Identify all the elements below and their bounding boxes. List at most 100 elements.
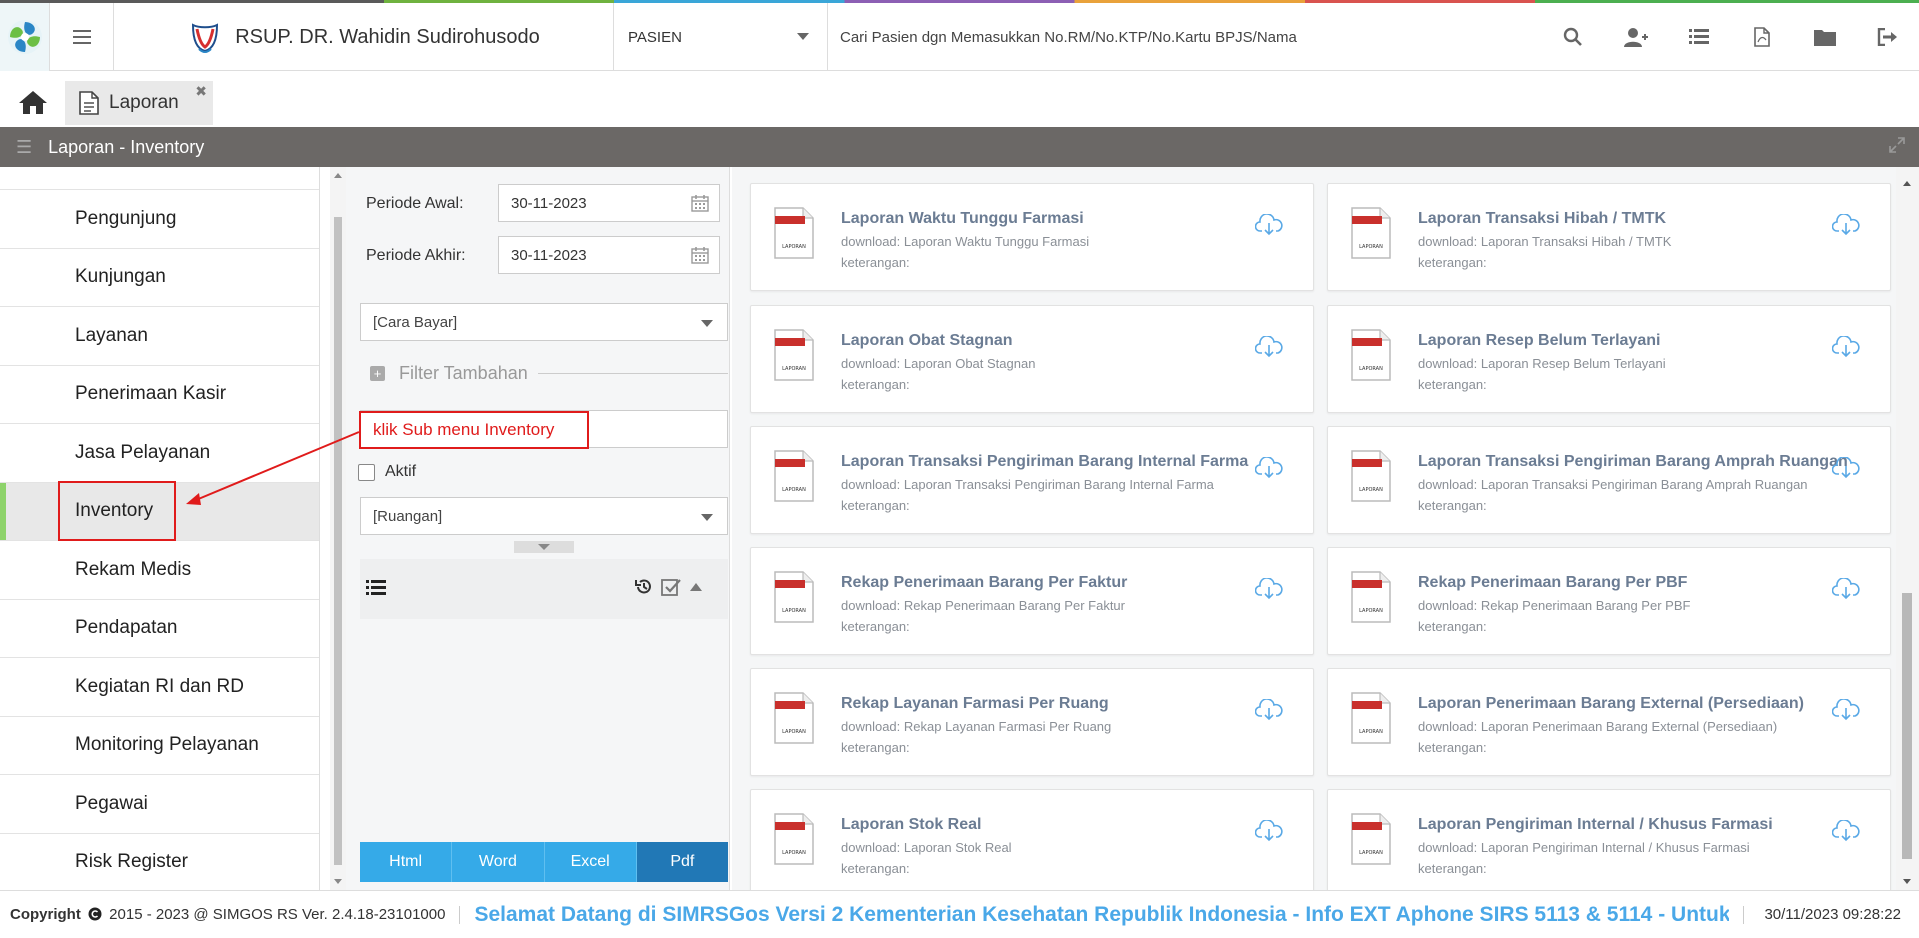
cloud-download-icon[interactable] [1255,214,1283,236]
copyright-icon [88,907,102,921]
report-card[interactable]: LAPORAN Rekap Layanan Farmasi Per Ruang do… [750,668,1314,776]
report-list-scrollbar[interactable] [1896,167,1919,890]
cloud-download-icon[interactable] [1832,578,1860,600]
sidebar-item-label: Jasa Pelayanan [75,441,211,463]
logout-button[interactable] [1856,28,1919,46]
patient-type-select[interactable]: PASIEN [614,3,828,71]
periode-akhir-input[interactable]: 30-11-2023 [498,236,720,274]
expand-icon[interactable] [1889,137,1905,153]
report-card[interactable]: LAPORAN Laporan Resep Belum Terlayani down… [1327,305,1891,413]
close-icon[interactable]: ✖ [195,83,207,100]
filter-panel: Periode Awal: 30-11-2023 Periode Akhir: … [346,167,730,890]
sidebar-item-layanan[interactable]: Layanan [0,307,319,366]
scroll-up-icon[interactable] [334,173,342,178]
periode-awal-input[interactable]: 30-11-2023 [498,184,720,222]
list-icon[interactable] [366,579,386,597]
pdf-button[interactable] [1730,27,1793,47]
collapse-toggle[interactable] [514,541,574,553]
cloud-download-icon[interactable] [1832,820,1860,842]
sidebar-item-kegiatan-ri-rd[interactable]: Kegiatan RI dan RD [0,658,319,717]
check-square-icon[interactable] [661,577,681,597]
report-card[interactable]: LAPORAN Laporan Stok Real download: Lapora… [750,789,1314,890]
cloud-download-icon[interactable] [1255,336,1283,358]
patient-search-input[interactable]: Cari Pasien dgn Memasukkan No.RM/No.KTP/… [840,3,1297,71]
cloud-download-icon[interactable] [1832,336,1860,358]
search-button[interactable] [1541,27,1604,47]
scroll-up-icon[interactable] [1903,181,1911,186]
tab-laporan[interactable]: Laporan ✖ [65,81,213,125]
report-card[interactable]: LAPORAN Laporan Transaksi Pengiriman Bara… [1327,426,1891,534]
cloud-download-icon[interactable] [1832,457,1860,479]
periode-akhir-value: 30-11-2023 [511,246,587,264]
report-card[interactable]: LAPORAN Laporan Waktu Tunggu Farmasi downl… [750,183,1314,291]
sidebar-item-label: Risk Register [75,851,188,873]
report-keterangan: keterangan: [841,498,910,513]
chevron-down-icon [538,544,550,550]
cara-bayar-select[interactable]: [Cara Bayar] [360,303,728,341]
report-card[interactable]: LAPORAN Rekap Penerimaan Barang Per PBF do… [1327,547,1891,655]
add-patient-button[interactable] [1604,27,1667,47]
history-icon[interactable] [634,577,654,597]
scrollbar-thumb[interactable] [334,217,342,865]
app-logo[interactable] [0,3,50,71]
checkbox-icon[interactable] [358,463,375,481]
sidebar-item-jasa-pelayanan[interactable]: Jasa Pelayanan [0,424,319,483]
report-card[interactable]: LAPORAN Laporan Transaksi Hibah / TMTK dow… [1327,183,1891,291]
titlebar-menu-icon[interactable]: ☰ [16,137,32,158]
scroll-down-icon[interactable] [334,879,342,884]
word-button[interactable]: Word [452,842,545,882]
report-keterangan: keterangan: [1418,377,1487,392]
report-keterangan: keterangan: [841,377,910,392]
pdf-report-icon: LAPORAN [774,571,814,623]
sidebar-item-risk-register[interactable]: Risk Register [0,834,319,891]
folder-button[interactable] [1793,28,1856,46]
report-keterangan: keterangan: [1418,255,1487,270]
sidebar-item-label: Pengunjung [75,207,177,229]
calendar-icon[interactable] [691,194,709,212]
filter-tambahan-toggle[interactable]: + Filter Tambahan [370,363,728,384]
pdf-icon-text: LAPORAN [1359,729,1383,735]
report-card[interactable]: LAPORAN Laporan Penerimaan Barang Externa… [1327,668,1891,776]
sidebar-item-pengunjung[interactable]: Pengunjung [0,190,319,249]
pdf-report-icon: LAPORAN [1351,692,1391,744]
filter-tambahan-label: Filter Tambahan [399,363,528,383]
pdf-button[interactable]: Pdf [636,842,728,882]
report-title: Laporan Transaksi Pengiriman Barang Inte… [841,453,1249,470]
report-card[interactable]: LAPORAN Laporan Obat Stagnan download: Lap… [750,305,1314,413]
sidebar-item-penerimaan-kasir[interactable]: Penerimaan Kasir [0,366,319,424]
html-button[interactable]: Html [360,842,453,882]
sidebar-item-label: Penerimaan Kasir [75,383,227,405]
cloud-download-icon[interactable] [1832,699,1860,721]
sidebar-scrollbar[interactable] [330,167,346,890]
cloud-download-icon[interactable] [1255,578,1283,600]
ruangan-select[interactable]: [Ruangan] [360,497,728,535]
excel-button[interactable]: Excel [544,842,637,882]
report-card[interactable]: LAPORAN Rekap Penerimaan Barang Per Faktu… [750,547,1314,655]
sidebar-item-rekam-medis[interactable]: Rekam Medis [0,541,319,600]
pdf-report-icon: LAPORAN [774,207,814,259]
report-card[interactable]: LAPORAN Laporan Transaksi Pengiriman Bara… [750,426,1314,534]
scroll-down-icon[interactable] [1903,879,1911,884]
calendar-icon[interactable] [691,246,709,264]
main-menu-button[interactable] [50,3,114,71]
list-button[interactable] [1667,28,1730,46]
home-button[interactable] [18,89,52,117]
cloud-download-icon[interactable] [1255,699,1283,721]
cloud-download-icon[interactable] [1255,820,1283,842]
cloud-download-icon[interactable] [1255,457,1283,479]
sidebar-item-pegawai[interactable]: Pegawai [0,775,319,834]
report-card[interactable]: LAPORAN Laporan Pengiriman Internal / Khu… [1327,789,1891,890]
report-keterangan: keterangan: [841,619,910,634]
report-title: Laporan Stok Real [841,816,982,833]
sidebar-item-kunjungan[interactable]: Kunjungan [0,249,319,307]
chevron-down-icon [701,320,713,327]
cloud-download-icon[interactable] [1832,214,1860,236]
sidebar-item-pendapatan[interactable]: Pendapatan [0,600,319,658]
chevron-down-icon [797,33,809,40]
scrollbar-thumb[interactable] [1902,593,1912,859]
chevron-up-icon[interactable] [690,583,702,591]
announcement-marquee: Selamat Datang di SIMRSGos Versi 2 Kemen… [474,903,1729,927]
report-keterangan: keterangan: [841,740,910,755]
aktif-checkbox[interactable]: Aktif [358,463,416,481]
sidebar-item-monitoring-pelayanan[interactable]: Monitoring Pelayanan [0,717,319,775]
